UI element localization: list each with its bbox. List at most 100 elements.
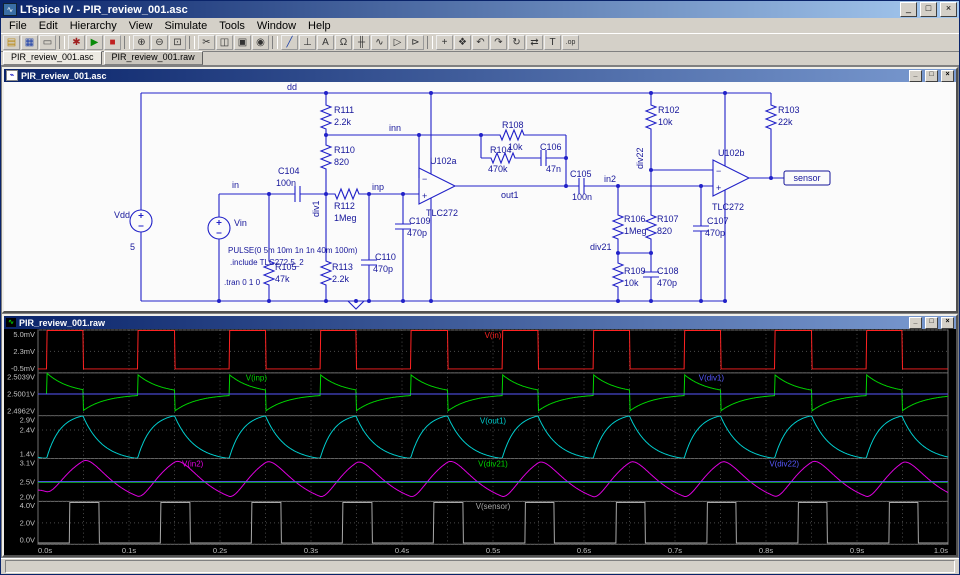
y-axis-label: 2.3mV	[13, 347, 35, 356]
tab-PIR_review_001.raw[interactable]: PIR_review_001.raw	[104, 51, 203, 65]
y-axis-label: 2.0V	[20, 518, 35, 527]
component-R103[interactable]	[766, 101, 776, 135]
tool-spice-directive-icon[interactable]: .op	[562, 35, 579, 50]
value-C104: 100n	[276, 178, 296, 188]
tool-halt-simulation-icon[interactable]: ■	[104, 35, 121, 50]
trace-label-V(div1)[interactable]: V(div1)	[699, 374, 725, 383]
minimize-button[interactable]: _	[900, 2, 917, 17]
component-R108[interactable]	[496, 130, 530, 140]
component-C104[interactable]	[284, 186, 312, 202]
y-axis-label: 2.4962V	[7, 407, 35, 416]
tool-move-icon[interactable]: +	[436, 35, 453, 50]
tool-copy-icon[interactable]: ◫	[216, 35, 233, 50]
tool-run-simulation-icon[interactable]: ▶	[86, 35, 103, 50]
waveform-maximize-button[interactable]: □	[925, 317, 938, 329]
component-Vin[interactable]	[208, 217, 230, 239]
waveform-canvas[interactable]: 5.0mV2.3mV-0.5mVV(in)2.5039V2.5001V2.496…	[4, 329, 956, 555]
status-bar-panel	[5, 560, 955, 573]
tool-drag-icon[interactable]: ❖	[454, 35, 471, 50]
tool-zoom-full-extents-icon[interactable]: ⊡	[169, 35, 186, 50]
toolbar-separator	[59, 36, 65, 49]
menu-tools[interactable]: Tools	[213, 20, 251, 32]
label-C106: C106	[540, 142, 562, 152]
x-axis-label: 0.4s	[395, 546, 409, 555]
value-R113: 2.2k	[332, 274, 350, 284]
label-C105: C105	[570, 169, 592, 179]
net-label-sensor: sensor	[793, 173, 820, 183]
tool-wire-icon[interactable]: ╱	[281, 35, 298, 50]
trace-label-V(in2)[interactable]: V(in2)	[182, 459, 204, 468]
maximize-button[interactable]: □	[920, 2, 937, 17]
menu-window[interactable]: Window	[251, 20, 302, 32]
tab-PIR_review_001.asc[interactable]: PIR_review_001.asc	[3, 51, 102, 65]
menu-view[interactable]: View	[123, 20, 159, 32]
menu-hierarchy[interactable]: Hierarchy	[64, 20, 123, 32]
component-Vdd[interactable]	[130, 210, 152, 232]
schematic-minimize-button[interactable]: _	[909, 70, 922, 82]
component-R110[interactable]	[321, 141, 331, 175]
tool-print-icon[interactable]: ▭	[39, 35, 56, 50]
component-U102a[interactable]: −+	[419, 168, 455, 204]
tool-zoom-out-icon[interactable]: ⊖	[151, 35, 168, 50]
trace-label-V(out1)[interactable]: V(out1)	[480, 417, 507, 426]
label-R104: R104	[490, 145, 512, 155]
component-R106[interactable]	[613, 211, 623, 245]
menu-edit[interactable]: Edit	[33, 20, 64, 32]
trace-label-V(inp)[interactable]: V(inp)	[246, 374, 268, 383]
trace-label-V(div21)[interactable]: V(div21)	[478, 459, 508, 468]
y-axis-label: 2.5039V	[7, 373, 35, 382]
app-icon: ∿	[3, 3, 17, 16]
tool-resistor-icon[interactable]: Ω	[335, 35, 352, 50]
tool-zoom-in-icon[interactable]: ⊕	[133, 35, 150, 50]
tool-ground-icon[interactable]: ⊥	[299, 35, 316, 50]
component-U102b[interactable]: −+	[713, 160, 749, 196]
toolbar: ▤▦▭ ✱▶■ ⊕⊖⊡ ✂◫▣◉ ╱⊥AΩ╫∿▷⊳ +❖↶↷↻⇄T.op	[1, 33, 959, 52]
schematic-window-titlebar[interactable]: ⌁ PIR_review_001.asc _ □ ×	[4, 69, 956, 82]
trace-label-V(div22)[interactable]: V(div22)	[769, 459, 799, 468]
tool-save-icon[interactable]: ▦	[21, 35, 38, 50]
tool-cut-icon[interactable]: ✂	[198, 35, 215, 50]
net-label-inp: inp	[372, 182, 384, 192]
tool-rotate-icon[interactable]: ↻	[508, 35, 525, 50]
tool-undo-icon[interactable]: ↶	[472, 35, 489, 50]
schematic-close-button[interactable]: ×	[941, 70, 954, 82]
ltspice-window: ∿ LTspice IV - PIR_review_001.asc _ □ × …	[0, 0, 960, 575]
component-R102[interactable]	[646, 101, 656, 135]
window-title: LTspice IV - PIR_review_001.asc	[20, 4, 897, 16]
tool-open-file-icon[interactable]: ▤	[3, 35, 20, 50]
component-R111[interactable]	[321, 101, 331, 135]
component-R107[interactable]	[646, 211, 656, 245]
net-label-div1: div1	[311, 200, 321, 217]
tool-inductor-icon[interactable]: ∿	[371, 35, 388, 50]
waveform-minimize-button[interactable]: _	[909, 317, 922, 329]
value-C110: 470p	[373, 264, 393, 274]
y-axis-label: 4.0V	[20, 501, 35, 510]
menu-file[interactable]: File	[3, 20, 33, 32]
trace-label-V(sensor)[interactable]: V(sensor)	[476, 502, 511, 511]
menu-simulate[interactable]: Simulate	[158, 20, 213, 32]
tool-capacitor-icon[interactable]: ╫	[353, 35, 370, 50]
close-button[interactable]: ×	[940, 2, 957, 17]
tool-text-icon[interactable]: T	[544, 35, 561, 50]
menu-help[interactable]: Help	[302, 20, 337, 32]
tool-component-icon[interactable]: ⊳	[407, 35, 424, 50]
tool-mirror-icon[interactable]: ⇄	[526, 35, 543, 50]
x-axis-label: 0.8s	[759, 546, 773, 555]
trace-label-V(in)[interactable]: V(in)	[485, 331, 502, 340]
tool-net-label-icon[interactable]: A	[317, 35, 334, 50]
schematic-maximize-button[interactable]: □	[925, 70, 938, 82]
waveform-window-titlebar[interactable]: ∿ PIR_review_001.raw _ □ ×	[4, 316, 956, 329]
title-bar[interactable]: ∿ LTspice IV - PIR_review_001.asc _ □ ×	[1, 1, 959, 18]
component-R109[interactable]	[613, 259, 623, 293]
tool-paste-icon[interactable]: ▣	[234, 35, 251, 50]
tool-redo-icon[interactable]: ↷	[490, 35, 507, 50]
tool-find-icon[interactable]: ◉	[252, 35, 269, 50]
menu-bar: FileEditHierarchyViewSimulateToolsWindow…	[1, 18, 959, 33]
net-label-div22: div22	[635, 147, 645, 169]
component-R112[interactable]	[331, 189, 365, 199]
schematic-canvas[interactable]: −+ −+ dd in inn inp div1 out1 in2	[4, 82, 956, 311]
component-R113[interactable]	[321, 257, 331, 291]
tool-diode-icon[interactable]: ▷	[389, 35, 406, 50]
tool-control-panel-icon[interactable]: ✱	[68, 35, 85, 50]
waveform-close-button[interactable]: ×	[941, 317, 954, 329]
